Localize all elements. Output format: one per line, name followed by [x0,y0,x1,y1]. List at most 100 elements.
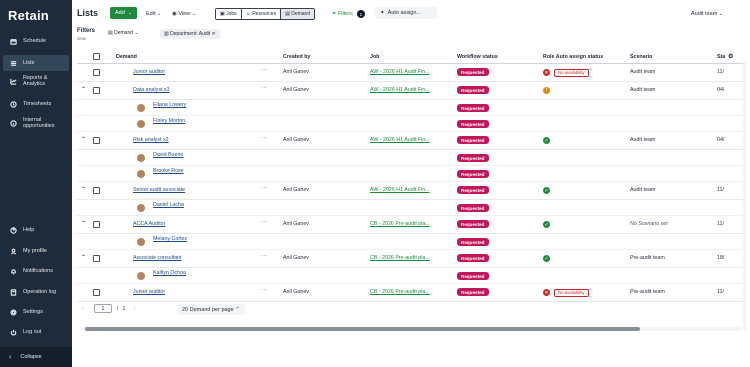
more-icon[interactable]: ··· [261,135,268,141]
workflow-status-badge: Requested [457,254,489,262]
col-role-auto-assign[interactable]: Role Auto assign status [543,54,603,60]
more-icon[interactable]: ··· [261,219,268,225]
prev-page-icon[interactable]: ‹ [82,306,84,312]
table-row[interactable]: ⌃ Risk analyst x2 ··· Anil Ganev AW - 2026 H… [77,132,743,150]
resource-name-link[interactable]: Kaitlyn Ochoa [153,270,186,276]
resource-name-link[interactable]: Daniel Lacha [153,202,184,208]
col-created-by[interactable]: Created by [283,54,310,60]
scrollbar-thumb[interactable] [85,327,640,331]
filters-button[interactable]: ⏷ Filters 1 [332,10,365,18]
close-icon[interactable]: ✕ [210,31,216,37]
more-icon[interactable]: ··· [261,253,268,259]
sidebar-item-schedule[interactable]: Schedule [3,33,69,49]
table-row[interactable]: ⌃ Senior audit associate ··· Anil Ganev AW -… [77,182,743,200]
auto-assign-button[interactable]: ✦ Auto assign... [375,7,437,19]
avatar [137,238,145,246]
row-checkbox[interactable] [93,187,100,194]
sidebar-item-timesheets[interactable]: Timesheets [3,96,69,112]
resource-row[interactable]: Brooke Rose Requested [77,166,743,182]
sidebar-item-reports-analytics[interactable]: Reports & Analytics [3,73,69,89]
segment-demand[interactable]: ▤ Demand [281,9,315,19]
sidebar-item-lists[interactable]: Lists [3,55,69,71]
more-icon[interactable]: ··· [261,67,268,73]
row-checkbox[interactable] [93,289,100,296]
department-filter-chip[interactable]: ▥ Department: Audit ✕ [160,29,220,39]
col-scenario[interactable]: Scenario [630,54,652,60]
row-checkbox[interactable] [93,221,100,228]
per-page-select[interactable]: 20 Demand per page ⌃ [177,304,245,315]
col-start[interactable]: Sta [717,54,725,60]
chevron-up-icon[interactable]: ⌃ [81,220,86,227]
per-page-label: 20 Demand per page [182,306,234,313]
table-row[interactable]: Junior auditor ··· Anil Ganev AW - 2026 H1 … [77,64,743,82]
resource-name-link[interactable]: Melany Cortez [153,236,187,242]
row-checkbox[interactable] [93,69,100,76]
job-link[interactable]: CB - 2026 Pre-audit pla... [370,289,430,295]
team-select[interactable]: Audit team ⌄ [691,11,723,17]
table-row[interactable]: Junior auditor ··· Anil Ganev CB - 2026 Pre… [77,284,743,302]
demand-name-link[interactable]: Junior auditor [133,69,165,75]
job-link[interactable]: AW - 2026 H1 Audit Fin... [370,137,430,143]
demand-name-link[interactable]: Data analyst x3 [133,87,170,93]
resource-row[interactable]: Daniel Lacha Requested [77,200,743,216]
sidebar-item-operation-log[interactable]: Operation log [3,284,69,300]
resource-name-link[interactable]: Eliana Lowery [153,102,186,108]
table-row[interactable]: ⌃ Data analyst x3 ··· Anil Ganev AW - 2026 H… [77,82,743,100]
sidebar-item-notifications[interactable]: Notifications [3,263,69,279]
resource-row[interactable]: Eliana Lowery Requested [77,100,743,116]
demand-name-link[interactable]: Risk analyst x2 [133,137,169,143]
table-row[interactable]: ⌃ ACCA Auditor ··· Anil Ganev CB - 2026 Pre-… [77,216,743,234]
job-link[interactable]: AW - 2026 H1 Audit Fin... [370,87,430,93]
sidebar-item-settings[interactable]: Settings [3,304,69,320]
col-workflow-status[interactable]: Workflow status [457,54,498,60]
gear-icon[interactable]: ⚙ [728,53,733,60]
next-page-icon[interactable]: › [133,306,135,312]
row-checkbox[interactable] [93,137,100,144]
row-checkbox[interactable] [93,87,100,94]
more-icon[interactable]: ··· [261,85,268,91]
job-link[interactable]: AW - 2026 H1 Audit Fin... [370,69,430,75]
chevron-up-icon[interactable]: ⌃ [81,186,86,193]
demand-name-link[interactable]: Junior auditor [133,289,165,295]
sidebar-item-internal-opportunities[interactable]: Internal opportunities [3,115,69,131]
chevron-up-icon[interactable]: ⌃ [81,254,86,261]
table-row[interactable]: ⌃ Associate consultant ··· Anil Ganev CB - 2… [77,250,743,268]
chevron-up-icon[interactable]: ⌃ [81,86,86,93]
demand-name-link[interactable]: Associate consultant [133,255,182,261]
horizontal-scrollbar[interactable] [82,327,742,331]
sidebar-item-log-out[interactable]: Log out [3,324,69,340]
workflow-status-badge: Requested [457,136,489,144]
sidebar-item-help[interactable]: Help [3,222,69,238]
select-all-checkbox[interactable] [93,53,100,60]
page-input[interactable]: 1 [93,304,112,313]
resource-row[interactable]: Melany Cortez Requested [77,234,743,250]
resource-name-link[interactable]: Brooke Rose [153,168,184,174]
edit-menu-button[interactable]: Edit ⌄ [146,11,161,17]
check-circle-icon: ✓ [543,255,550,262]
job-link[interactable]: AW - 2026 H1 Audit Fin... [370,187,430,193]
demand-name-link[interactable]: ACCA Auditor [133,221,165,227]
row-checkbox[interactable] [93,255,100,262]
chevron-down-icon: ⌄ [157,11,162,17]
more-icon[interactable]: ··· [261,287,268,293]
sidebar-item-my-profile[interactable]: My profile [3,243,69,259]
col-demand[interactable]: Demand [116,54,137,60]
collapse-button[interactable]: ‹ Collapse [0,347,72,367]
view-menu-button[interactable]: ◉ View ⌄ [172,11,196,17]
chevron-up-icon[interactable]: ⌃ [81,136,86,143]
resource-name-link[interactable]: Finley Morton [153,118,185,124]
col-job[interactable]: Job [370,54,379,60]
demand-filter-chip[interactable]: ▤ Demand ⌄ [108,30,139,36]
resource-row[interactable]: Finley Morton Requested [77,116,743,132]
resource-row[interactable]: David Bueno Requested [77,150,743,166]
segment-resources[interactable]: ☺ Resources [241,9,282,19]
vertical-scrollbar[interactable] [743,62,746,330]
more-icon[interactable]: ··· [261,185,268,191]
demand-name-link[interactable]: Senior audit associate [133,187,185,193]
resource-row[interactable]: Kaitlyn Ochoa Requested [77,268,743,284]
add-button[interactable]: Add ⌄ [110,7,137,19]
resource-name-link[interactable]: David Bueno [153,152,183,158]
segment-jobs[interactable]: ▣ Jobs [216,9,242,19]
job-link[interactable]: CB - 2026 Pre-audit pla... [370,255,430,261]
job-link[interactable]: CB - 2026 Pre-audit pla... [370,221,430,227]
